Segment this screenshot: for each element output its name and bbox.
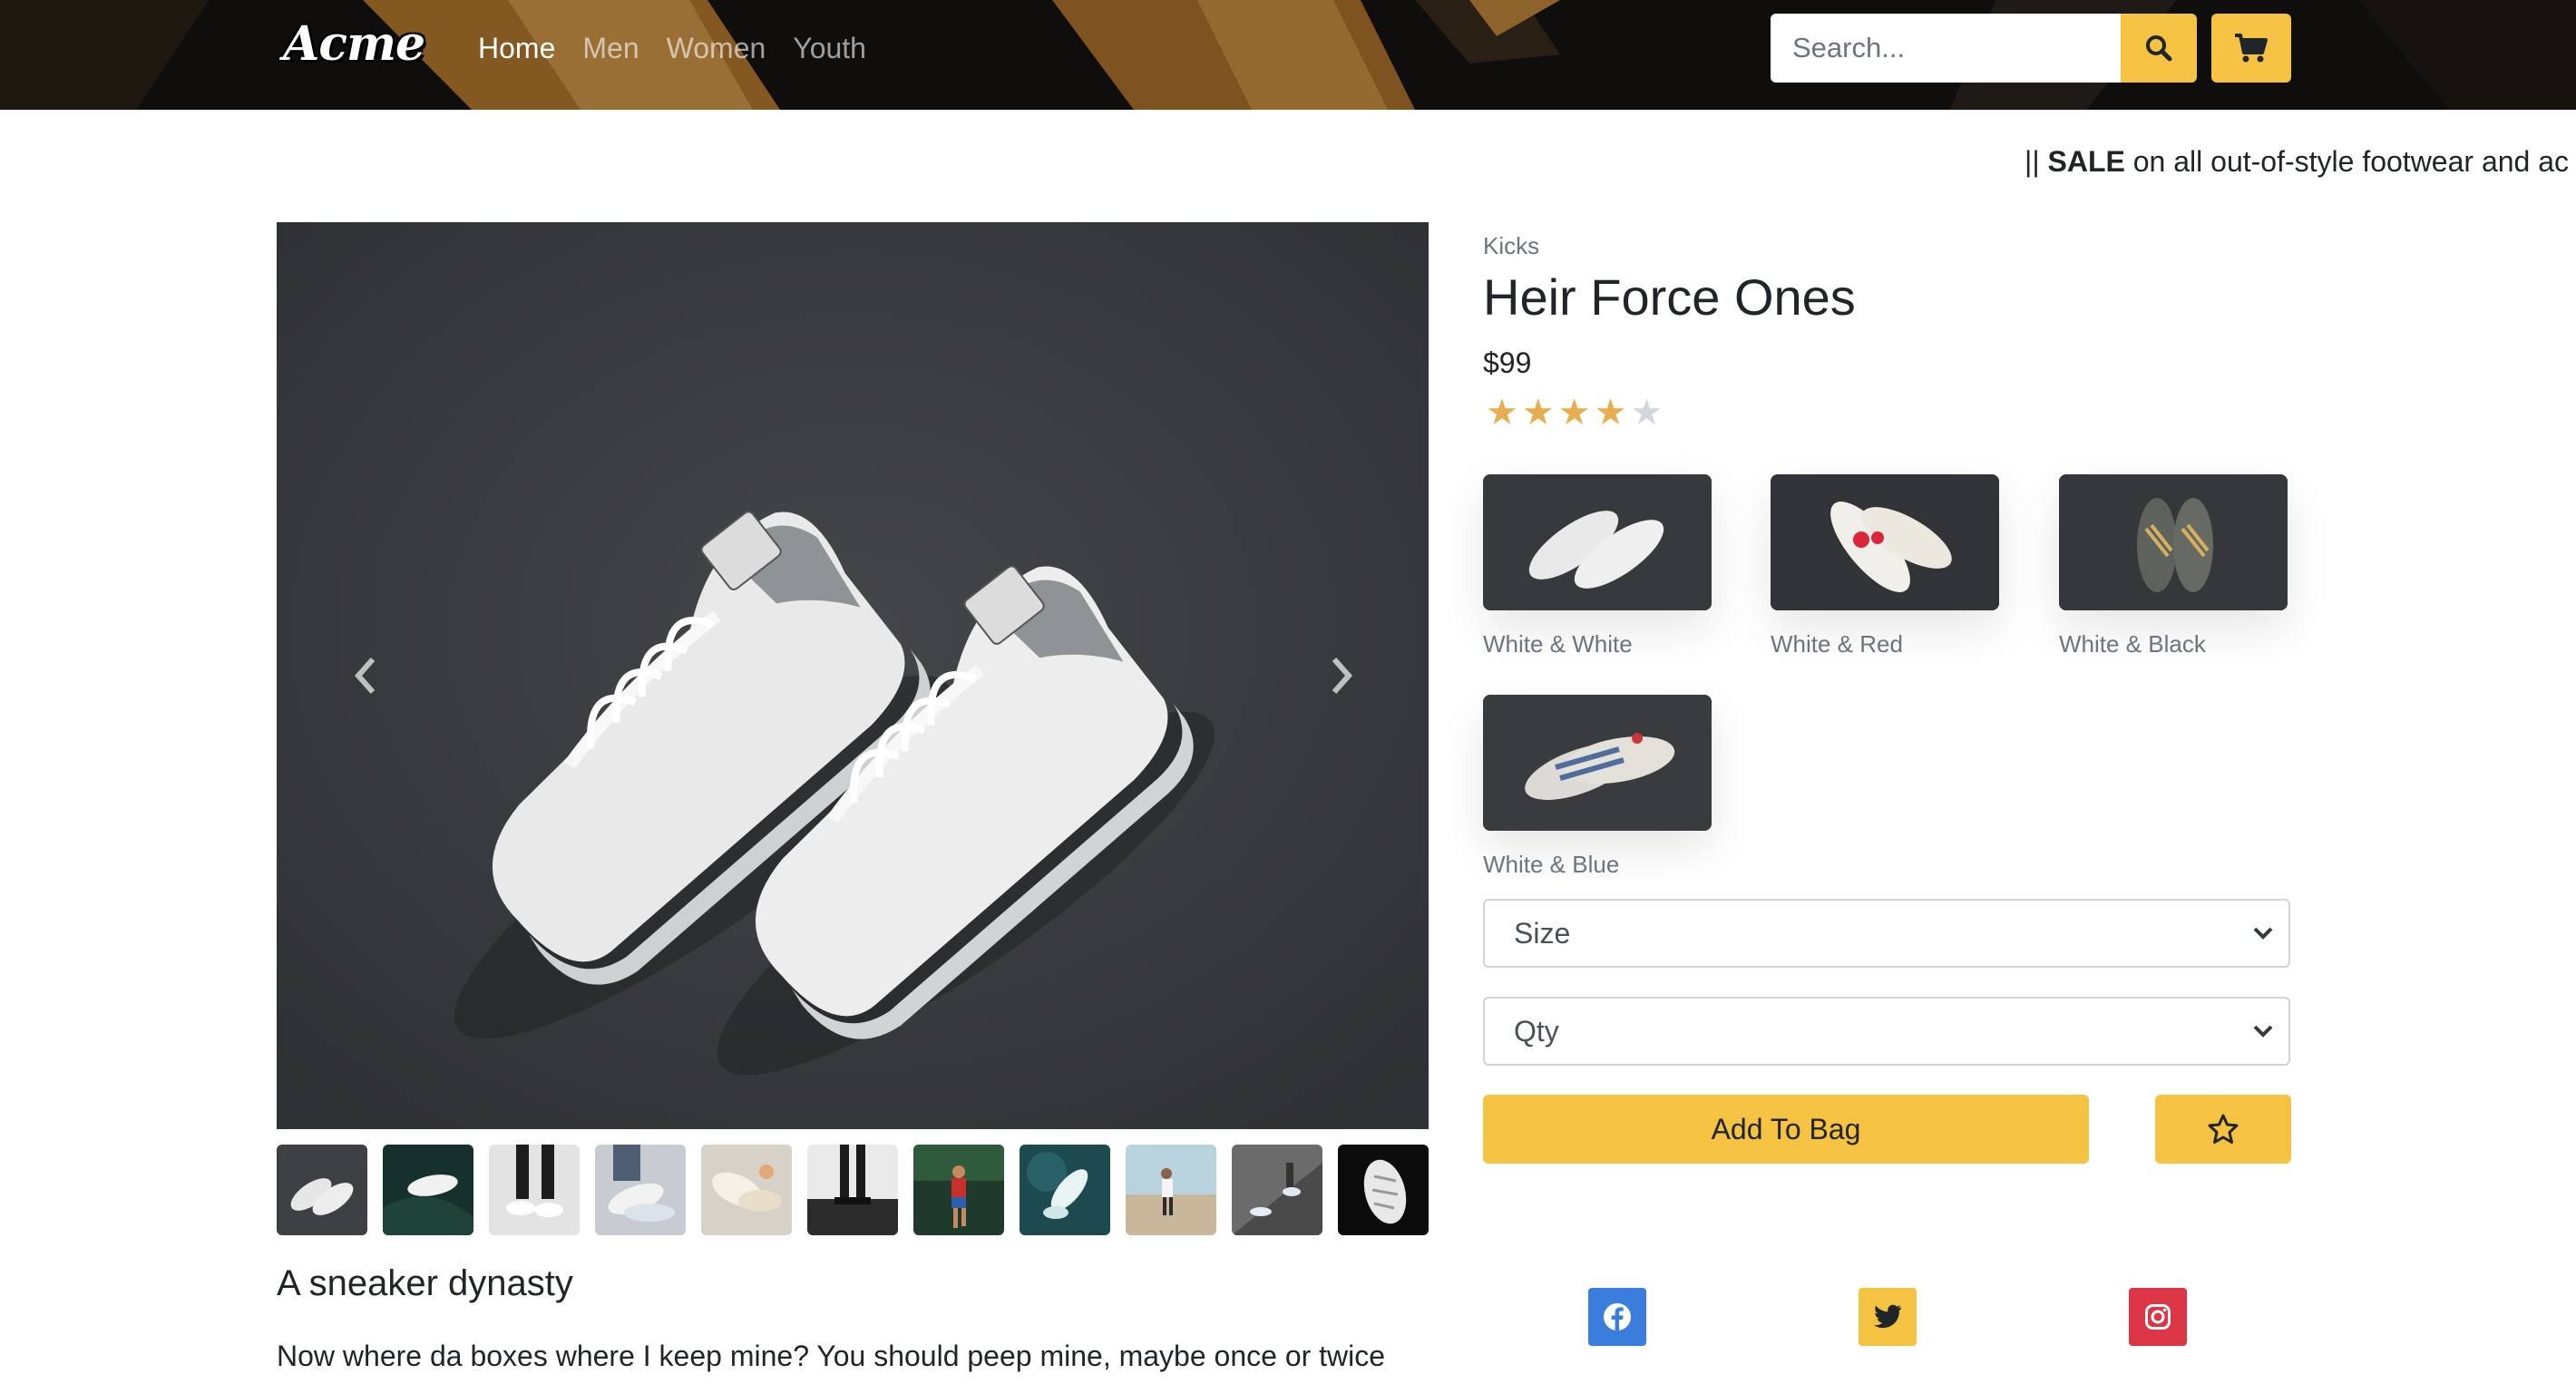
rating-stars: ★ ★ ★ ★ ★ — [1486, 390, 1663, 435]
instagram-icon — [2145, 1304, 2171, 1330]
search-icon — [2146, 35, 2172, 62]
thumbnail-strip — [277, 1145, 1429, 1235]
nav-men[interactable]: Men — [569, 27, 652, 69]
variant-white-black[interactable]: White & Black — [2059, 474, 2288, 658]
size-select[interactable]: Size — [1483, 899, 2290, 968]
thumbnail[interactable] — [913, 1145, 1004, 1235]
sneaker-photo — [277, 222, 1429, 1129]
variant-white-white[interactable]: White & White — [1483, 474, 1712, 658]
cart-button[interactable] — [2211, 14, 2291, 83]
site-header: Acme Home Men Women Youth — [0, 0, 2576, 110]
sale-marquee: || SALE on all out-of-style footwear and… — [2025, 145, 2569, 178]
thumbnail[interactable] — [1020, 1145, 1110, 1235]
thumbnail[interactable] — [383, 1145, 473, 1235]
thumbnail[interactable] — [277, 1145, 367, 1235]
facebook-icon — [1604, 1303, 1631, 1331]
variant-label: White & White — [1483, 630, 1633, 658]
search-form — [1771, 14, 2197, 83]
variant-label: White & Black — [2059, 630, 2206, 658]
chevron-left-icon — [354, 658, 376, 694]
thumbnail[interactable] — [1126, 1145, 1216, 1235]
carousel-prev-button[interactable] — [337, 648, 392, 703]
main-nav: Home Men Women Youth — [464, 27, 880, 69]
favorite-button[interactable] — [2155, 1095, 2291, 1164]
chevron-down-icon — [2253, 1025, 2273, 1038]
carousel-next-button[interactable] — [1315, 648, 1370, 703]
search-input[interactable] — [1771, 14, 2121, 83]
thumbnail[interactable] — [807, 1145, 898, 1235]
variant-white-blue[interactable]: White & Blue — [1483, 695, 1712, 878]
search-button[interactable] — [2121, 14, 2197, 83]
thumbnail[interactable] — [701, 1145, 792, 1235]
variant-image — [1483, 474, 1712, 610]
qty-select[interactable]: Qty — [1483, 997, 2290, 1066]
variant-label: White & Blue — [1483, 851, 1620, 878]
facebook-button[interactable] — [1588, 1288, 1646, 1346]
star-outline-icon — [2208, 1114, 2239, 1144]
cart-icon — [2235, 34, 2268, 63]
thumbnail[interactable] — [1338, 1145, 1429, 1235]
twitter-icon — [1874, 1304, 1901, 1329]
thumbnail[interactable] — [489, 1145, 580, 1235]
add-to-bag-button[interactable]: Add To Bag — [1483, 1095, 2089, 1164]
size-select-value: Size — [1514, 917, 1571, 950]
variant-image — [2059, 474, 2288, 610]
variant-white-red[interactable]: White & Red — [1771, 474, 1999, 658]
chevron-right-icon — [1332, 658, 1353, 694]
star-filled-icon: ★ — [1557, 392, 1591, 434]
marquee-text: on all out-of-style footwear and ac — [2124, 145, 2570, 178]
instagram-button[interactable] — [2129, 1288, 2187, 1346]
nav-home[interactable]: Home — [464, 27, 569, 69]
star-empty-icon: ★ — [1630, 392, 1664, 434]
variant-image — [1483, 695, 1712, 831]
marquee-sale-label: SALE — [2047, 145, 2125, 178]
thumbnail[interactable] — [595, 1145, 686, 1235]
nav-women[interactable]: Women — [653, 27, 780, 69]
star-filled-icon: ★ — [1486, 392, 1518, 434]
variant-label: White & Red — [1771, 630, 1903, 658]
star-filled-icon: ★ — [1521, 392, 1555, 434]
chevron-down-icon — [2253, 927, 2273, 940]
product-category[interactable]: Kicks — [1483, 232, 1539, 259]
story-title: A sneaker dynasty — [277, 1263, 573, 1303]
qty-select-value: Qty — [1514, 1015, 1559, 1048]
site-logo[interactable]: Acme — [283, 13, 425, 76]
product-price: $99 — [1483, 346, 1532, 379]
variant-image — [1771, 474, 1999, 610]
story-text: Now where da boxes where I keep mine? Yo… — [277, 1340, 1386, 1372]
marquee-prefix: || — [2025, 145, 2048, 178]
star-filled-icon: ★ — [1594, 392, 1627, 434]
nav-youth[interactable]: Youth — [779, 27, 880, 69]
twitter-button[interactable] — [1859, 1288, 1917, 1346]
product-main-image — [277, 222, 1429, 1129]
thumbnail[interactable] — [1232, 1145, 1322, 1235]
product-title: Heir Force Ones — [1483, 268, 1856, 326]
